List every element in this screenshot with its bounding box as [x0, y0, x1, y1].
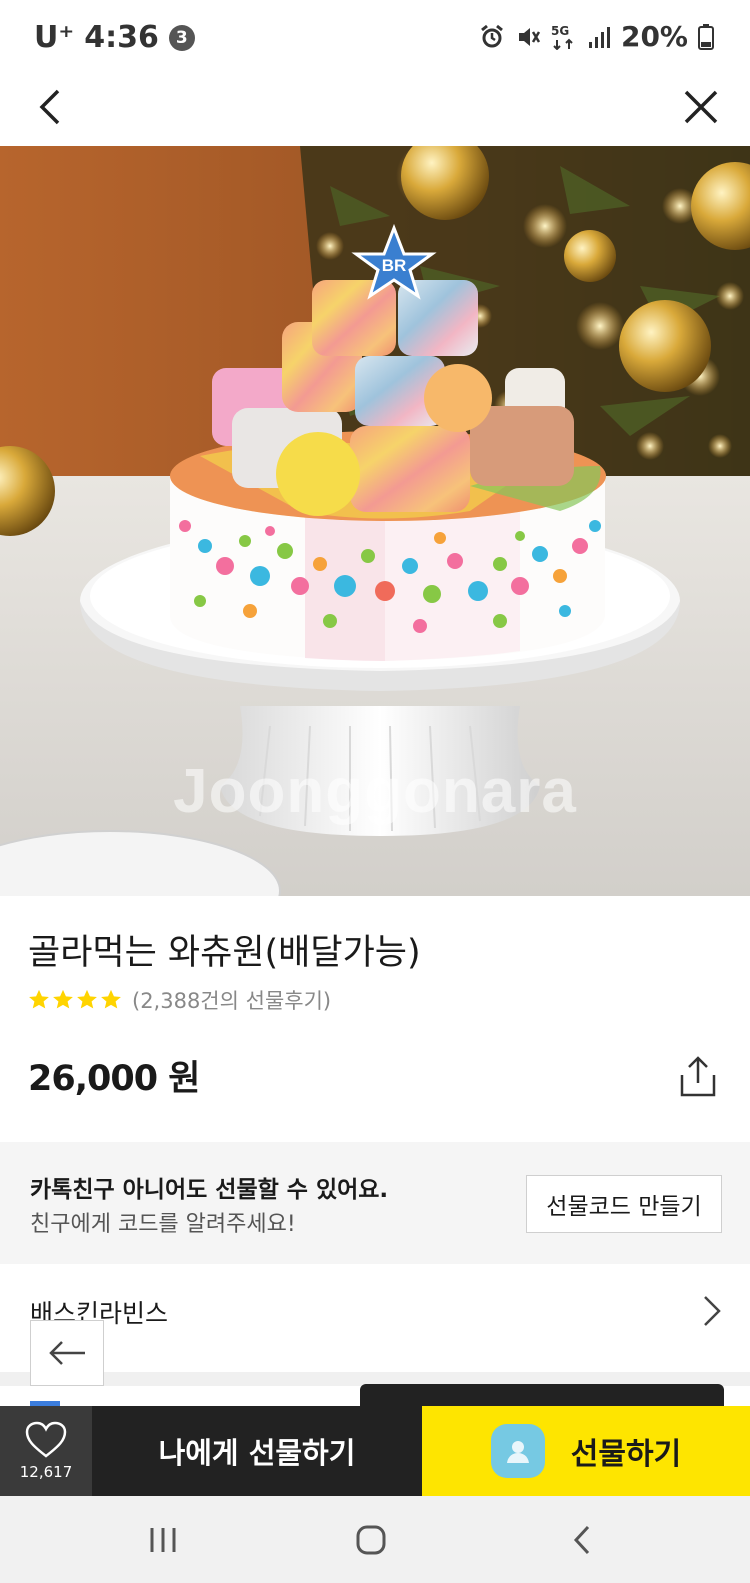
image-watermark: Joonggonara	[173, 757, 577, 826]
send-gift-label: 선물하기	[570, 1437, 682, 1472]
like-count: 12,617	[19, 1463, 73, 1481]
chevron-left-icon	[39, 89, 60, 125]
alarm-icon	[479, 24, 505, 50]
gift-to-self-button[interactable]: 나에게 선물하기	[92, 1406, 422, 1496]
tooltip-peek	[360, 1384, 724, 1408]
share-icon	[680, 1056, 716, 1097]
mute-icon	[515, 24, 541, 50]
share-button[interactable]	[676, 1055, 720, 1099]
carrier-label: U⁺	[34, 20, 75, 55]
battery-percent: 20%	[620, 20, 688, 53]
review-count-link[interactable]: (2,388건의 선물후기)	[132, 985, 331, 1015]
top-navigation	[0, 76, 750, 146]
close-icon	[684, 90, 718, 124]
arrow-left-icon	[49, 1341, 85, 1365]
product-title: 골라먹는 와츄원(배달가능)	[28, 933, 421, 973]
like-button[interactable]: 12,617	[0, 1406, 92, 1496]
chevron-right-icon	[702, 1294, 722, 1332]
back-icon	[573, 1525, 590, 1555]
brand-row[interactable]: 배스킨라빈스	[0, 1264, 750, 1372]
star-icon	[101, 989, 121, 1009]
friend-avatar-icon	[490, 1424, 545, 1478]
recent-apps-icon	[150, 1528, 176, 1552]
banner-headline: 카톡친구 아니어도 선물할 수 있어요.	[30, 1177, 389, 1203]
home-icon	[356, 1525, 386, 1555]
battery-icon	[698, 23, 714, 50]
bottom-action-bar: 12,617 나에게 선물하기 선물하기	[0, 1406, 750, 1496]
recent-apps-button[interactable]	[148, 1526, 178, 1558]
floating-back-button[interactable]	[30, 1320, 104, 1386]
banner-subtext: 친구에게 코드를 알려주세요!	[30, 1212, 296, 1237]
gift-code-banner: 카톡친구 아니어도 선물할 수 있어요. 친구에게 코드를 알려주세요! 선물코…	[0, 1142, 750, 1264]
status-right: 5G 20%	[479, 20, 714, 53]
home-button[interactable]	[355, 1524, 387, 1560]
heart-icon	[25, 1421, 67, 1458]
android-navigation-bar	[0, 1496, 750, 1583]
notification-count-badge: 3	[168, 24, 195, 51]
network-5g-icon: 5G	[551, 24, 577, 50]
close-button[interactable]	[676, 82, 726, 132]
star-rating	[28, 989, 122, 1011]
back-button[interactable]	[24, 82, 74, 132]
star-icon	[53, 989, 73, 1009]
create-gift-code-button[interactable]: 선물코드 만들기	[526, 1175, 722, 1233]
svg-text:BR: BR	[382, 256, 407, 275]
product-image[interactable]: BR Joonggonara	[0, 146, 750, 896]
system-back-button[interactable]	[572, 1524, 592, 1560]
product-price: 26,000 원	[28, 1059, 200, 1099]
star-icon	[29, 989, 49, 1009]
star-icon	[77, 989, 97, 1009]
signal-icon	[587, 25, 611, 49]
send-gift-button[interactable]: 선물하기	[422, 1406, 750, 1496]
clock: 4:36	[84, 20, 159, 55]
status-left: U⁺ 4:36 3	[34, 20, 195, 55]
status-bar: U⁺ 4:36 3 5G 20%	[0, 0, 750, 76]
rating-row[interactable]: (2,388건의 선물후기)	[28, 985, 331, 1015]
